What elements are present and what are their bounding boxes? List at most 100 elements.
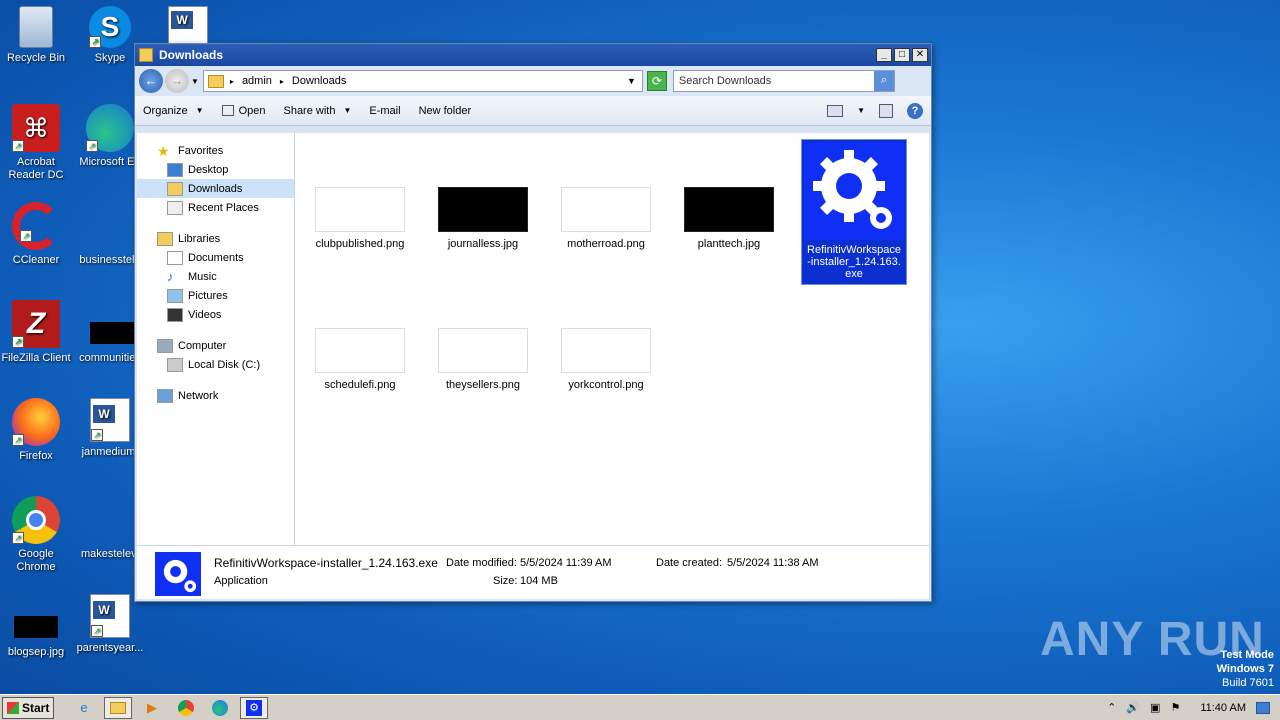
address-bar[interactable]: ▸ admin ▸ Downloads ▼ <box>202 70 643 92</box>
file-item[interactable]: yorkcontrol.png <box>553 328 659 391</box>
forward-button[interactable]: → <box>165 69 189 93</box>
libraries-icon <box>157 231 173 246</box>
desktop-icon-acrobat[interactable]: ⌘ ↗ Acrobat Reader DC <box>0 104 74 182</box>
windows-logo-icon <box>7 701 19 714</box>
desktop-icon-blogsep[interactable]: blogsep.jpg <box>0 594 74 659</box>
close-button[interactable]: ✕ <box>912 48 928 62</box>
nav-computer[interactable]: Computer <box>137 336 294 355</box>
desktop-icon-ccleaner[interactable]: ↗ CCleaner <box>0 202 74 267</box>
edge-taskbar-icon[interactable] <box>206 697 234 719</box>
nav-documents[interactable]: Documents <box>137 248 294 267</box>
music-icon: ♪ <box>167 268 174 284</box>
firefox-icon: ↗ <box>12 398 60 446</box>
history-dropdown-icon[interactable]: ▼ <box>191 77 199 86</box>
show-desktop-icon[interactable] <box>1256 701 1270 714</box>
nav-recent-places[interactable]: Recent Places <box>137 198 294 217</box>
organize-button[interactable]: Organize ▼ <box>143 105 204 117</box>
breadcrumb-downloads[interactable]: Downloads <box>292 75 346 87</box>
search-icon[interactable]: ⌕ <box>873 71 894 91</box>
media-player-taskbar-icon[interactable]: ▶ <box>138 697 166 719</box>
details-pane: RefinitivWorkspace-installer_1.24.163.ex… <box>137 545 929 599</box>
skype-icon: S ↗ <box>89 6 131 48</box>
folder-icon <box>207 74 224 88</box>
desktop-icon-chrome[interactable]: ↗ Google Chrome <box>0 496 74 574</box>
ccleaner-icon: ↗ <box>12 202 60 250</box>
desktop-icon-recycle-bin[interactable]: Recycle Bin <box>0 6 74 65</box>
nav-downloads[interactable]: Downloads <box>137 179 294 198</box>
desktop-icon-filezilla[interactable]: Z ↗ FileZilla Client <box>0 300 74 365</box>
help-icon[interactable]: ? <box>907 102 923 119</box>
window-title: Downloads <box>159 48 224 62</box>
file-item[interactable]: journalless.jpg <box>430 187 536 250</box>
file-item[interactable]: clubpublished.png <box>307 187 413 250</box>
nav-pictures[interactable]: Pictures <box>137 286 294 305</box>
new-folder-button[interactable]: New folder <box>419 105 472 117</box>
chevron-down-icon[interactable]: ▼ <box>857 106 865 115</box>
preview-pane-icon[interactable] <box>879 103 893 118</box>
back-button[interactable]: ← <box>139 69 163 93</box>
chevron-down-icon: ▼ <box>343 106 352 115</box>
change-view-icon[interactable] <box>827 104 844 117</box>
refresh-button[interactable]: ⟳ <box>646 71 667 91</box>
ie-taskbar-icon[interactable]: e <box>70 697 98 719</box>
image-thumbnail <box>684 187 774 232</box>
start-button[interactable]: Start <box>2 696 54 719</box>
network-icon <box>157 388 173 403</box>
file-icon <box>86 202 134 250</box>
nav-videos[interactable]: Videos <box>137 305 294 324</box>
file-item[interactable]: theysellers.png <box>430 328 536 391</box>
image-thumbnail <box>438 328 528 373</box>
volume-icon[interactable]: 🔊 <box>1126 701 1140 714</box>
nav-favorites[interactable]: ★ Favorites <box>137 141 294 160</box>
file-item[interactable]: planttech.jpg <box>676 187 782 250</box>
nav-local-disk[interactable]: Local Disk (C:) <box>137 355 294 374</box>
address-dropdown-icon[interactable]: ▼ <box>627 76 636 86</box>
show-hidden-icons-icon[interactable]: ⌃ <box>1107 701 1116 714</box>
open-icon <box>221 105 234 116</box>
file-item[interactable]: schedulefi.png <box>307 328 413 391</box>
chevron-right-icon[interactable]: ▸ <box>280 77 284 86</box>
open-button[interactable]: Open <box>221 105 265 117</box>
search-input[interactable]: Search Downloads ⌕ <box>672 70 895 92</box>
desktop-icon-firefox[interactable]: ↗ Firefox <box>0 398 74 463</box>
navigation-pane: ★ Favorites Desktop Downloads Recent Plac… <box>137 133 295 545</box>
installer-taskbar-icon[interactable]: ⚙ <box>240 696 268 719</box>
file-item[interactable]: motherroad.png <box>553 187 659 250</box>
recycle-bin-icon <box>19 6 53 48</box>
gear-icon <box>155 552 201 596</box>
chevron-down-icon: ▼ <box>195 106 204 115</box>
network-status-icon[interactable]: ▣ <box>1150 701 1160 714</box>
details-size: 104 MB <box>520 575 558 587</box>
share-with-button[interactable]: Share with ▼ <box>283 105 351 117</box>
downloads-folder-icon <box>167 181 183 196</box>
desktop-icon-parentsyear[interactable]: W ↗ parentsyear... <box>72 594 148 655</box>
maximize-button[interactable]: □ <box>894 48 910 62</box>
nav-desktop[interactable]: Desktop <box>137 160 294 179</box>
image-icon <box>86 300 136 348</box>
word-doc-icon: W ↗ <box>90 594 130 638</box>
nav-network[interactable]: Network <box>137 386 294 405</box>
filezilla-icon: Z ↗ <box>12 300 60 348</box>
clock[interactable]: 11:40 AM <box>1200 702 1246 714</box>
chrome-icon: ↗ <box>12 496 60 544</box>
minimize-button[interactable]: _ <box>876 48 892 62</box>
image-icon <box>12 594 60 642</box>
chevron-right-icon[interactable]: ▸ <box>230 77 234 86</box>
email-button[interactable]: E-mail <box>369 105 400 117</box>
title-bar[interactable]: Downloads _ □ ✕ <box>135 44 931 66</box>
image-thumbnail <box>438 187 528 232</box>
nav-music[interactable]: ♪ Music <box>137 267 294 286</box>
action-center-flag-icon[interactable]: ⚑ <box>1170 701 1180 714</box>
details-modified: 5/5/2024 11:39 AM <box>520 557 612 569</box>
address-row: ← → ▼ ▸ admin ▸ Downloads ▼ ⟳ Search Dow… <box>135 66 931 96</box>
breadcrumb-admin[interactable]: admin <box>242 75 272 87</box>
file-icon <box>86 496 134 544</box>
star-icon: ★ <box>157 142 170 159</box>
system-tray: ⌃ 🔊 ▣ ⚑ 11:40 AM <box>1107 701 1280 714</box>
chrome-taskbar-icon[interactable] <box>172 697 200 719</box>
file-item-selected[interactable]: RefinitivWorkspace -installer_1.24.163. … <box>801 139 907 285</box>
nav-libraries[interactable]: Libraries <box>137 229 294 248</box>
image-thumbnail <box>315 187 405 232</box>
explorer-taskbar-icon[interactable] <box>104 696 132 719</box>
folder-icon <box>139 48 153 62</box>
